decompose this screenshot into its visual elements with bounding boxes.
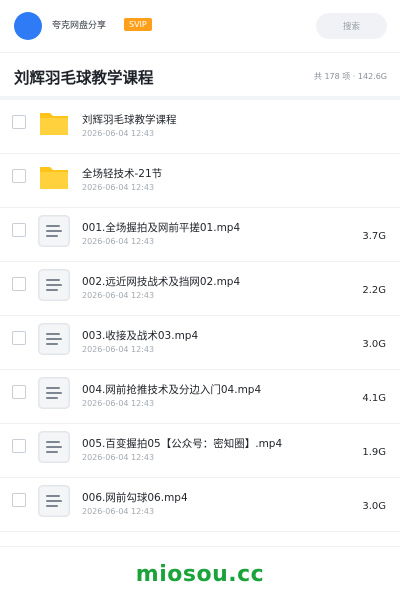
file-date: 2026-06-04 12:43 <box>82 291 155 300</box>
file-date: 2026-06-04 12:43 <box>82 237 155 246</box>
file-size: 3.0G <box>362 339 386 350</box>
row-checkbox[interactable] <box>12 331 26 345</box>
search-placeholder: 搜索 <box>342 22 360 32</box>
row-checkbox[interactable] <box>12 493 26 507</box>
file-date: 2026-06-04 12:43 <box>82 183 155 192</box>
file-name: 全场轻技术-21节 <box>82 168 163 180</box>
file-summary: 共 178 项 · 142.6G <box>313 72 387 81</box>
file-size: 3.7G <box>362 231 386 242</box>
file-row[interactable]: 005.百变握拍05【公众号：密知圈】.mp4 2026-06-04 12:43 1… <box>0 424 400 478</box>
row-checkbox[interactable] <box>12 439 26 453</box>
file-row[interactable]: 001.全场握拍及网前平搓01.mp4 2026-06-04 12:43 3.7G <box>0 208 400 262</box>
file-size: 2.2G <box>362 285 386 296</box>
footer: miosou.cc <box>0 546 400 600</box>
file-size: 3.0G <box>362 501 386 512</box>
watermark: miosou.cc <box>135 562 265 587</box>
file-row[interactable]: 002.远近网技战术及挡网02.mp4 2026-06-04 12:43 2.2G <box>0 262 400 316</box>
file-row[interactable]: 刘辉羽毛球教学课程 2026-06-04 12:43 <box>0 100 400 154</box>
row-checkbox[interactable] <box>12 223 26 237</box>
document-icon <box>38 377 70 409</box>
file-date: 2026-06-04 12:43 <box>82 129 155 138</box>
document-icon <box>38 215 70 247</box>
row-checkbox[interactable] <box>12 277 26 291</box>
file-row[interactable]: 004.网前抢推技术及分边入门04.mp4 2026-06-04 12:43 4.1… <box>0 370 400 424</box>
svip-badge: SVIP <box>124 18 152 31</box>
file-row[interactable]: 006.网前勾球06.mp4 2026-06-04 12:43 3.0G <box>0 478 400 532</box>
search-input[interactable]: 搜索 <box>316 13 387 39</box>
folder-icon <box>38 107 70 139</box>
title-bar: 刘辉羽毛球教学课程 共 178 项 · 142.6G <box>0 53 400 97</box>
row-checkbox[interactable] <box>12 169 26 183</box>
file-date: 2026-06-04 12:43 <box>82 507 155 516</box>
file-list: 刘辉羽毛球教学课程 2026-06-04 12:43 全场轻技术-21节 2026-0… <box>0 100 400 532</box>
document-icon <box>38 431 70 463</box>
file-name: 003.收接及战术03.mp4 <box>82 330 199 342</box>
file-name: 002.远近网技战术及挡网02.mp4 <box>82 276 241 288</box>
file-date: 2026-06-04 12:43 <box>82 345 155 354</box>
file-date: 2026-06-04 12:43 <box>82 453 155 462</box>
page: 夸克网盘分享 SVIP 搜索 刘辉羽毛球教学课程 共 178 项 · 142.6… <box>0 0 400 600</box>
file-name: 004.网前抢推技术及分边入门04.mp4 <box>82 384 262 396</box>
file-row[interactable]: 003.收接及战术03.mp4 2026-06-04 12:43 3.0G <box>0 316 400 370</box>
document-icon <box>38 269 70 301</box>
file-name: 刘辉羽毛球教学课程 <box>82 114 177 126</box>
file-name: 001.全场握拍及网前平搓01.mp4 <box>82 222 241 234</box>
header: 夸克网盘分享 SVIP 搜索 <box>0 0 400 52</box>
file-row[interactable]: 全场轻技术-21节 2026-06-04 12:43 <box>0 154 400 208</box>
folder-icon <box>38 161 70 193</box>
document-icon <box>38 485 70 517</box>
avatar[interactable] <box>14 12 42 40</box>
page-title: 刘辉羽毛球教学课程 <box>14 69 154 87</box>
file-size: 4.1G <box>362 393 386 404</box>
row-checkbox[interactable] <box>12 385 26 399</box>
file-name: 006.网前勾球06.mp4 <box>82 492 188 504</box>
file-size: 1.9G <box>362 447 386 458</box>
document-icon <box>38 323 70 355</box>
row-checkbox[interactable] <box>12 115 26 129</box>
file-name: 005.百变握拍05【公众号：密知圈】.mp4 <box>82 438 283 450</box>
share-name: 夸克网盘分享 <box>52 21 107 31</box>
file-date: 2026-06-04 12:43 <box>82 399 155 408</box>
